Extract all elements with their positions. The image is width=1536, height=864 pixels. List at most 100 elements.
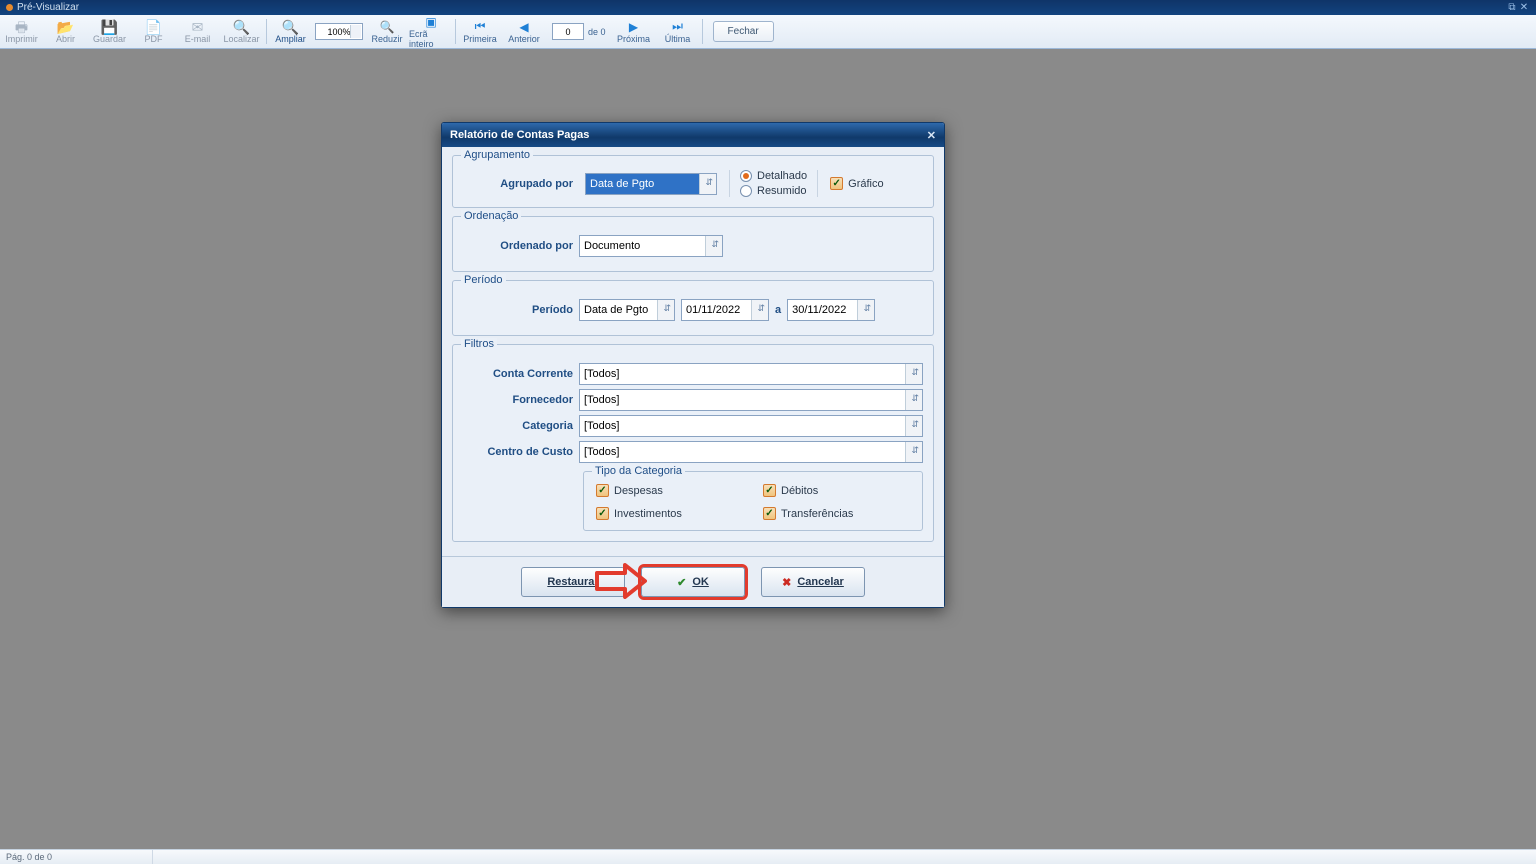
print-label: Imprimir: [5, 34, 38, 44]
pdf-button[interactable]: 📄 PDF: [132, 15, 176, 48]
legend-ordenacao: Ordenação: [461, 210, 521, 222]
page-indicator: 0 de 0: [552, 15, 606, 48]
toolbar-separator: [266, 19, 267, 44]
check-debitos-label: Débitos: [781, 485, 818, 497]
ok-button[interactable]: ✔ OK: [641, 567, 745, 597]
dialog-titlebar[interactable]: Relatório de Contas Pagas ✕: [442, 123, 944, 147]
cancel-label: Cancelar: [797, 576, 843, 588]
group-agrupamento: Agrupamento Agrupado por Data de Pgto De…: [452, 155, 934, 208]
close-button[interactable]: Fechar: [713, 21, 774, 42]
prev-icon: ◀: [519, 20, 528, 34]
input-data-inicio[interactable]: 01/11/2022: [681, 299, 769, 321]
cancel-button[interactable]: ✖ Cancelar: [761, 567, 865, 597]
status-page: Pág. 0 de 0: [6, 850, 153, 864]
zoom-in-label: Ampliar: [275, 34, 306, 44]
last-page-button[interactable]: ⏭ Última: [656, 15, 700, 48]
check-grafico[interactable]: Gráfico: [830, 177, 883, 190]
label-categoria: Categoria: [463, 420, 573, 432]
next-page-button[interactable]: ▶ Próxima: [612, 15, 656, 48]
status-page-text: Pág. 0 de 0: [6, 852, 52, 862]
prev-page-button[interactable]: ◀ Anterior: [502, 15, 546, 48]
email-button[interactable]: ✉ E-mail: [176, 15, 220, 48]
dialog-title: Relatório de Contas Pagas: [450, 129, 589, 141]
zoom-value-input[interactable]: 100%: [315, 23, 363, 40]
check-despesas[interactable]: Despesas: [596, 484, 743, 497]
email-icon: ✉: [192, 20, 204, 34]
check-icon: ✔: [677, 576, 686, 589]
first-icon: ⏮: [475, 19, 486, 34]
value-categoria: [Todos]: [584, 420, 619, 432]
print-button[interactable]: 🖶 Imprimir: [0, 15, 44, 48]
find-button[interactable]: 🔍 Localizar: [220, 15, 264, 48]
email-label: E-mail: [185, 34, 211, 44]
window-titlebar: Pré-Visualizar ⧉ ✕: [0, 0, 1536, 15]
app-icon: [6, 4, 13, 11]
folder-icon: 📂: [57, 20, 74, 34]
group-periodo: Período Período Data de Pgto 01/11/2022 …: [452, 280, 934, 336]
select-centro-custo[interactable]: [Todos]: [579, 441, 923, 463]
dialog-close-icon[interactable]: ✕: [927, 129, 936, 142]
zoom-out-label: Reduzir: [371, 34, 402, 44]
dialog-footer: Restaurar ✔ OK ✖ Cancelar: [442, 556, 944, 607]
window-restore-icon[interactable]: ⧉: [1506, 2, 1518, 13]
select-conta-corrente[interactable]: [Todos]: [579, 363, 923, 385]
restore-label: Restaurar: [547, 576, 598, 588]
zoom-in-button[interactable]: 🔍 Ampliar: [269, 15, 313, 48]
value-fornecedor: [Todos]: [584, 394, 619, 406]
value-data-inicio: 01/11/2022: [686, 304, 740, 316]
pdf-label: PDF: [145, 34, 163, 44]
input-data-fim[interactable]: 30/11/2022: [787, 299, 875, 321]
fullscreen-button[interactable]: ▣ Ecrã inteiro: [409, 15, 453, 48]
radio-detalhado[interactable]: Detalhado: [740, 170, 807, 182]
legend-agrupamento: Agrupamento: [461, 149, 533, 161]
printer-icon: 🖶: [15, 20, 28, 34]
current-page-input[interactable]: 0: [552, 23, 584, 40]
fullscreen-label: Ecrã inteiro: [409, 29, 453, 49]
first-page-button[interactable]: ⏮ Primeira: [458, 15, 502, 48]
check-on-icon: [763, 484, 776, 497]
prev-label: Anterior: [508, 34, 540, 44]
status-bar: Pág. 0 de 0: [0, 849, 1536, 864]
zoom-out-icon: 🔍: [380, 20, 395, 34]
report-dialog: Relatório de Contas Pagas ✕ Agrupamento …: [441, 122, 945, 608]
check-investimentos[interactable]: Investimentos: [596, 507, 743, 520]
label-centro-custo: Centro de Custo: [463, 446, 573, 458]
group-ordenacao: Ordenação Ordenado por Documento: [452, 216, 934, 272]
save-label: Guardar: [93, 34, 126, 44]
check-investimentos-label: Investimentos: [614, 508, 682, 520]
select-fornecedor[interactable]: [Todos]: [579, 389, 923, 411]
open-button[interactable]: 📂 Abrir: [44, 15, 88, 48]
ok-label: OK: [692, 576, 709, 588]
select-ordenado-por[interactable]: Documento: [579, 235, 723, 257]
value-periodo-campo: Data de Pgto: [584, 304, 648, 316]
next-icon: ▶: [629, 20, 638, 34]
radio-resumido[interactable]: Resumido: [740, 185, 807, 197]
page-of-label: de 0: [588, 27, 606, 37]
current-page-value: 0: [565, 27, 570, 37]
select-categoria[interactable]: [Todos]: [579, 415, 923, 437]
last-icon: ⏭: [672, 19, 683, 34]
value-agrupado-por: Data de Pgto: [590, 178, 654, 190]
radio-resumido-label: Resumido: [757, 185, 807, 197]
dialog-body: Agrupamento Agrupado por Data de Pgto De…: [442, 147, 944, 556]
value-ordenado-por: Documento: [584, 240, 640, 252]
pdf-icon: 📄: [145, 20, 162, 34]
value-conta-corrente: [Todos]: [584, 368, 619, 380]
radio-mark-on-icon: [740, 170, 752, 182]
main-toolbar: 🖶 Imprimir 📂 Abrir 💾 Guardar 📄 PDF ✉ E-m…: [0, 15, 1536, 49]
check-on-icon: [596, 507, 609, 520]
window-close-icon[interactable]: ✕: [1518, 2, 1530, 13]
radio-detalhado-label: Detalhado: [757, 170, 807, 182]
save-button[interactable]: 💾 Guardar: [88, 15, 132, 48]
value-data-fim: 30/11/2022: [792, 304, 846, 316]
legend-filtros: Filtros: [461, 338, 497, 350]
select-agrupado-por[interactable]: Data de Pgto: [585, 173, 717, 195]
check-debitos[interactable]: Débitos: [763, 484, 910, 497]
label-periodo: Período: [463, 304, 573, 316]
group-filtros: Filtros Conta Corrente [Todos] Fornecedo…: [452, 344, 934, 542]
first-label: Primeira: [463, 34, 497, 44]
check-transferencias[interactable]: Transferências: [763, 507, 910, 520]
toolbar-separator: [702, 19, 703, 44]
select-periodo-campo[interactable]: Data de Pgto: [579, 299, 675, 321]
zoom-out-button[interactable]: 🔍 Reduzir: [365, 15, 409, 48]
